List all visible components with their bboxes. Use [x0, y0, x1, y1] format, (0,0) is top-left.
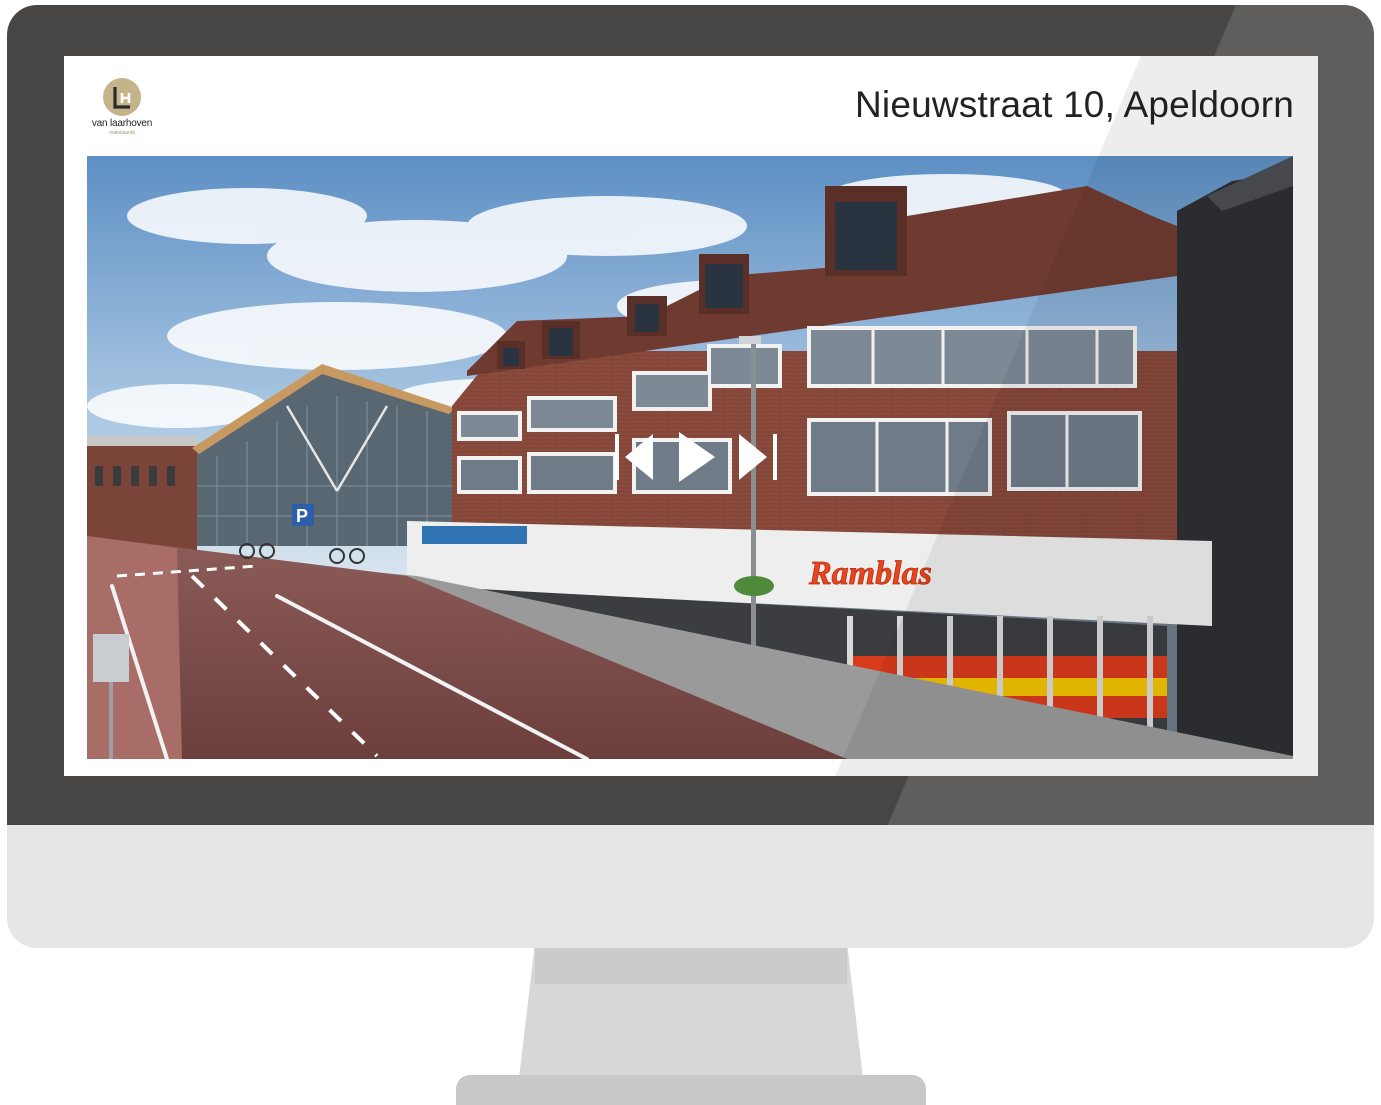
monitor-stand-foot [456, 1075, 926, 1105]
play-button[interactable] [675, 432, 717, 482]
play-icon [679, 432, 715, 482]
skip-next-icon [739, 434, 777, 480]
parking-sign: P [296, 506, 308, 526]
storefront-sign: Ramblas [808, 555, 932, 592]
brand-logo[interactable]: van laarhoven makelaardij [86, 78, 158, 138]
brand-tagline: makelaardij [109, 130, 135, 136]
brand-name: van laarhoven [91, 118, 153, 129]
next-button[interactable] [735, 432, 781, 482]
skip-previous-icon [615, 434, 653, 480]
monitor-stand-shadow [535, 948, 847, 984]
monitor-chin [7, 825, 1374, 948]
logo-mark-icon [103, 78, 141, 116]
listing-address: Nieuwstraat 10, Apeldoorn [855, 84, 1294, 125]
previous-button[interactable] [613, 432, 659, 482]
slideshow-controls [613, 432, 783, 482]
screen: van laarhoven makelaardij Nieuwstraat 10… [64, 56, 1318, 776]
property-photo: P Ramblas [87, 156, 1293, 759]
